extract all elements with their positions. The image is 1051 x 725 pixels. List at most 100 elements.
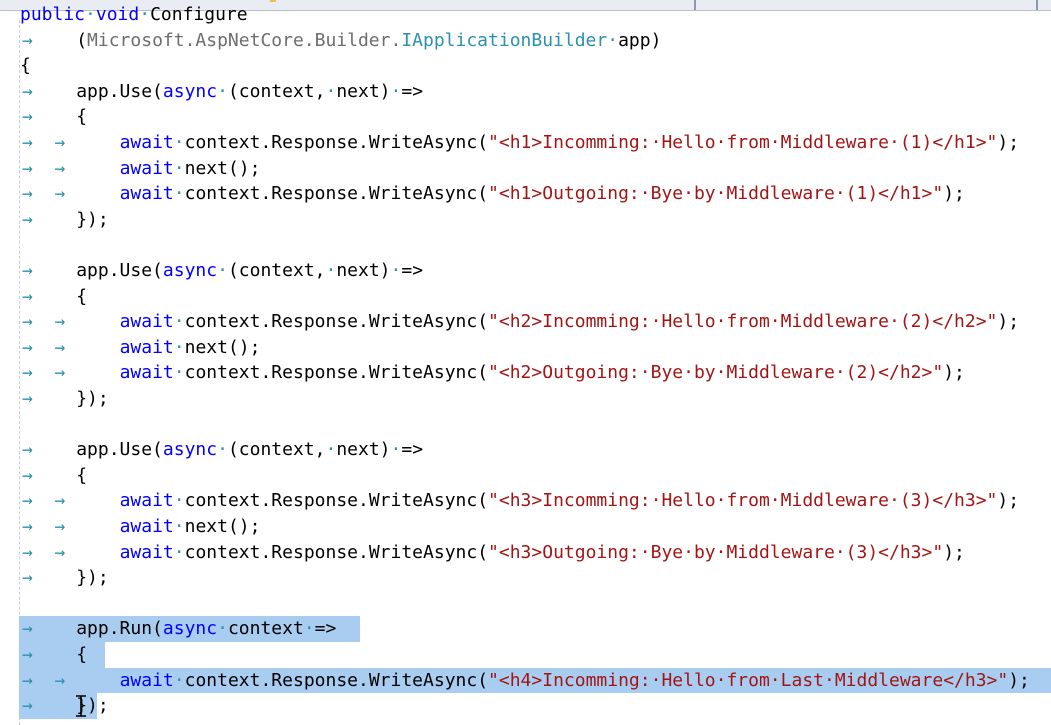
code-token: · <box>607 29 619 51</box>
code-token: → <box>54 311 77 333</box>
code-token: → <box>22 80 44 102</box>
code-token: => <box>314 618 337 640</box>
code-token: await <box>119 516 174 537</box>
code-token: · <box>217 439 228 461</box>
code-line[interactable]: → app.Use(async·(context,·next)·=> <box>22 79 423 105</box>
code-token: (context, <box>227 439 326 461</box>
code-token: => <box>401 80 424 102</box>
code-token: "<h2>Incomming:·Hello·from·Middleware·(2… <box>488 311 998 333</box>
code-token: → <box>22 311 44 333</box>
code-token: → <box>22 285 44 307</box>
code-token: ); <box>943 183 965 205</box>
code-line[interactable]: → { <box>22 104 87 130</box>
code-line[interactable]: → → await·context.Response.WriteAsync("<… <box>22 668 1030 694</box>
code-token: "<h1>Incomming:·Hello·from·Middleware·(1… <box>488 132 998 153</box>
code-line[interactable]: { <box>20 53 31 79</box>
code-token: async <box>162 260 218 281</box>
code-line[interactable]: → }); <box>22 386 109 412</box>
code-line[interactable]: → { <box>22 284 87 310</box>
code-token: context.Response.WriteAsync( <box>184 362 489 384</box>
code-token: → <box>22 208 44 230</box>
code-token: next(); <box>184 516 261 537</box>
code-line[interactable]: → app.Run(async·context·=> <box>22 616 336 642</box>
code-token: async <box>162 618 218 640</box>
code-token: { <box>43 285 88 307</box>
code-token: → <box>22 157 44 179</box>
code-line[interactable]: → → await·next(); <box>22 156 260 182</box>
code-line[interactable]: → (Microsoft.AspNetCore.Builder.IApplica… <box>22 28 661 54</box>
code-line[interactable]: → app.Use(async·(context,·next)·=> <box>22 437 423 463</box>
code-line[interactable]: → app.Use(async·(context,·next)·=> <box>22 258 423 284</box>
code-token: { <box>43 644 88 665</box>
code-line[interactable]: → → await·next(); <box>22 514 260 540</box>
code-token: → <box>22 567 44 589</box>
code-token: · <box>173 157 185 179</box>
code-line[interactable]: → → await·context.Response.WriteAsync("<… <box>22 181 965 207</box>
code-token: app.Use( <box>43 80 163 102</box>
code-token: ); <box>997 311 1020 333</box>
code-token: await <box>119 336 174 358</box>
code-line[interactable]: → }); <box>22 565 109 591</box>
code-token: ); <box>943 541 965 563</box>
code-line[interactable]: → → await·context.Response.WriteAsync("<… <box>22 360 965 386</box>
code-line[interactable]: → { <box>22 642 87 668</box>
code-token: · <box>173 541 185 563</box>
code-token: await <box>119 541 174 563</box>
code-token: await <box>119 132 174 153</box>
code-token: }); <box>43 567 109 589</box>
code-token: (context, <box>227 260 326 281</box>
code-token: → <box>22 132 44 153</box>
code-token: · <box>173 336 185 358</box>
code-token: · <box>390 260 402 281</box>
code-editor[interactable]: public·void·Configure → (Microsoft.AspNet… <box>0 0 1051 725</box>
code-token: await <box>119 669 174 691</box>
code-token: · <box>173 362 185 384</box>
code-token: → <box>22 106 44 128</box>
code-token: Configure <box>150 4 248 25</box>
code-line[interactable]: → → await·context.Response.WriteAsync("<… <box>22 130 1019 156</box>
code-token: · <box>217 618 228 640</box>
code-token: · <box>173 183 185 205</box>
code-token: → <box>54 541 77 563</box>
code-token: async <box>162 80 218 102</box>
code-line[interactable]: → { <box>22 463 87 489</box>
code-token: ); <box>997 132 1020 153</box>
code-token: · <box>390 439 402 461</box>
code-token: → <box>22 669 44 691</box>
code-line[interactable]: public·void·Configure <box>20 2 248 28</box>
code-token: · <box>173 669 185 691</box>
code-line[interactable]: → }); <box>22 693 109 719</box>
code-token: }); <box>43 208 109 230</box>
code-token: → <box>54 157 77 179</box>
code-line[interactable]: → → await·context.Response.WriteAsync("<… <box>22 309 1019 335</box>
code-token: → <box>54 132 77 153</box>
code-token: context.Response.WriteAsync( <box>184 311 489 333</box>
code-token: next) <box>336 260 391 281</box>
code-token: → <box>22 618 44 640</box>
code-token: await <box>119 362 174 384</box>
code-token: · <box>173 516 185 537</box>
code-line[interactable]: → }); <box>22 207 109 233</box>
code-line[interactable]: → → await·context.Response.WriteAsync("<… <box>22 488 1019 514</box>
code-token: "<h3>Outgoing:·Bye·by·Middleware·(3)</h3… <box>488 541 944 563</box>
code-token: app.Run( <box>43 618 163 640</box>
code-token: ); <box>997 490 1020 512</box>
code-token: { <box>43 464 88 486</box>
code-token: · <box>217 80 228 102</box>
code-token: → <box>22 336 44 358</box>
code-token: app.Use( <box>43 260 163 281</box>
code-line[interactable]: → → await·next(); <box>22 335 260 361</box>
code-token: → <box>22 439 44 461</box>
code-line[interactable]: → → await·context.Response.WriteAsync("<… <box>22 540 965 566</box>
code-token: ); <box>943 362 965 384</box>
